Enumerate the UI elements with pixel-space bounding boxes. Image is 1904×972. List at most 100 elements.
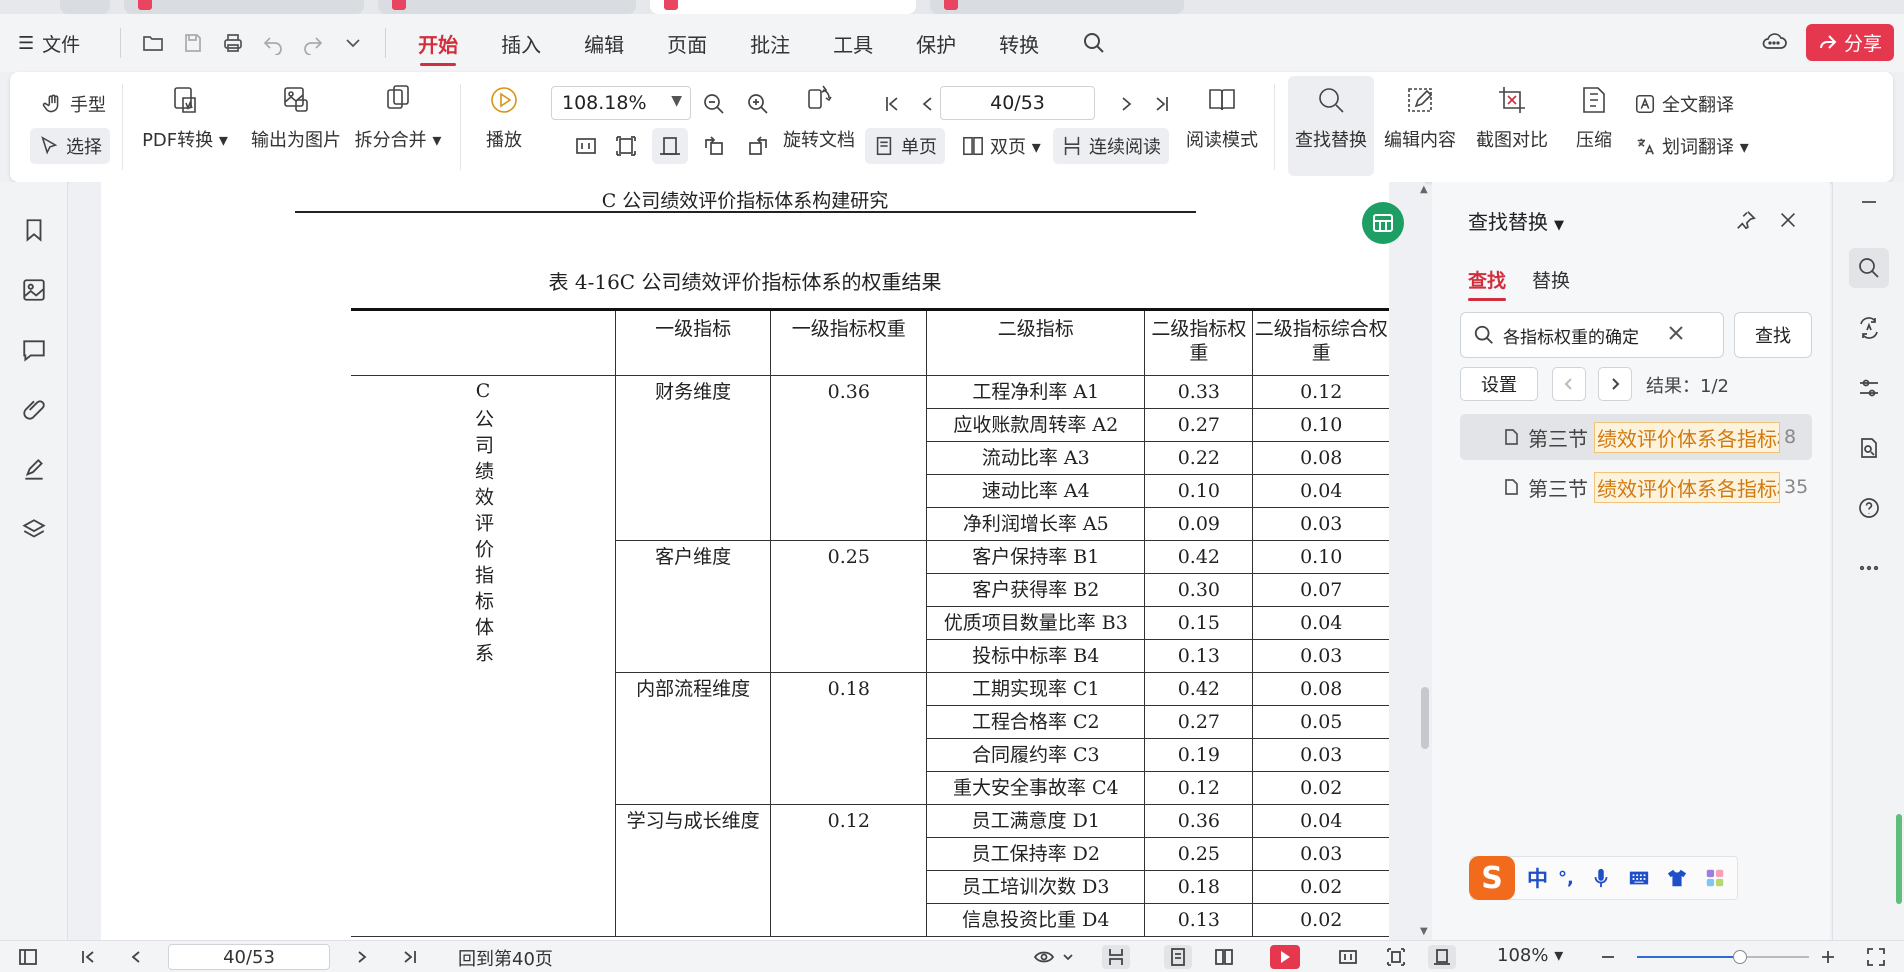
menu-insert[interactable]: 插入	[501, 14, 541, 72]
file-menu[interactable]: ☰ 文件	[18, 30, 80, 57]
full-translate-button[interactable]: 全文翻译	[1626, 86, 1742, 122]
keyboard-icon[interactable]	[1628, 867, 1650, 889]
save-icon[interactable]	[173, 23, 213, 63]
adjust-icon[interactable]	[1849, 368, 1889, 408]
screenshot-compare-button[interactable]: 截图对比	[1470, 72, 1554, 152]
tab-find[interactable]: 查找	[1468, 266, 1507, 301]
search-result-item[interactable]: 第三节 绩效评价体系各指标权重的确定 8	[1460, 414, 1812, 460]
search-result-item[interactable]: 第三节 绩效评价体系各指标权重的确定 35	[1460, 464, 1812, 510]
thumbnail-icon[interactable]	[18, 274, 50, 306]
pin-icon[interactable]	[1732, 206, 1760, 234]
chevron-down-icon[interactable]	[333, 23, 373, 63]
search-icon[interactable]	[1082, 14, 1106, 72]
double-page-button[interactable]: 双页 ▾	[954, 128, 1049, 164]
skin-icon[interactable]	[1666, 867, 1688, 889]
rotate-right-button[interactable]	[740, 128, 776, 164]
share-button[interactable]: 分享	[1805, 24, 1894, 61]
zoom-slider-knob[interactable]	[1733, 950, 1748, 964]
back-to-page-link[interactable]: 回到第40页	[458, 945, 553, 971]
close-icon[interactable]	[1774, 206, 1802, 234]
help-icon[interactable]	[1849, 488, 1889, 528]
browser-tab[interactable]	[60, 0, 110, 14]
previous-result-button[interactable]	[1552, 367, 1586, 401]
tab-replace[interactable]: 替换	[1532, 266, 1570, 293]
export-image-button[interactable]: 输出为图片	[246, 72, 346, 152]
zoom-out-icon[interactable]	[1596, 945, 1620, 969]
fit-page-button[interactable]	[608, 128, 644, 164]
more-icon[interactable]	[1849, 548, 1889, 588]
scroll-up-icon[interactable]: ▲	[1420, 184, 1428, 195]
zoom-out-button[interactable]	[696, 86, 732, 122]
play-button[interactable]: 播放	[472, 72, 536, 152]
comment-icon[interactable]	[18, 334, 50, 366]
browser-tab[interactable]	[378, 0, 636, 14]
page-number-input[interactable]: 40/53	[940, 86, 1095, 120]
actual-size-icon[interactable]	[1336, 945, 1360, 969]
continuous-view-icon[interactable]	[1102, 945, 1130, 969]
bookmark-icon[interactable]	[18, 214, 50, 246]
play-slideshow-button[interactable]	[1270, 945, 1300, 969]
pdf-convert-button[interactable]: PDF转换 ▾	[138, 72, 232, 152]
menu-home[interactable]: 开始	[418, 14, 458, 72]
search-icon[interactable]	[1849, 248, 1889, 288]
hand-tool-button[interactable]: 手型	[34, 86, 114, 122]
microphone-icon[interactable]	[1590, 867, 1612, 889]
zoom-in-button[interactable]	[740, 86, 776, 122]
open-folder-icon[interactable]	[133, 23, 173, 63]
redo-icon[interactable]	[293, 23, 333, 63]
document-viewport[interactable]: C 公司绩效评价指标体系构建研究 表 4-16C 公司绩效评价指标体系的权重结果…	[69, 182, 1425, 940]
find-replace-button[interactable]: 查找替换	[1288, 76, 1374, 176]
next-result-button[interactable]	[1598, 367, 1632, 401]
menu-protect[interactable]: 保护	[916, 14, 956, 72]
settings-button[interactable]: 设置	[1460, 367, 1538, 401]
compress-button[interactable]: 压缩	[1562, 72, 1626, 152]
chevron-down-icon[interactable]	[1056, 945, 1080, 969]
ime-punctuation-toggle[interactable]: °,	[1558, 868, 1574, 889]
table-recognize-badge[interactable]	[1362, 202, 1404, 244]
zoom-select[interactable]: 108.18% ▼	[551, 86, 691, 120]
side-handle[interactable]	[1896, 814, 1902, 904]
last-page-button[interactable]	[1144, 86, 1180, 122]
fit-width-icon[interactable]	[1428, 945, 1456, 969]
next-page-button[interactable]	[1108, 86, 1144, 122]
double-page-view-icon[interactable]	[1212, 945, 1236, 969]
zoom-in-icon[interactable]	[1816, 945, 1840, 969]
first-page-icon[interactable]	[76, 945, 100, 969]
rotate-document-button[interactable]: 旋转文档	[780, 72, 858, 152]
toolbox-icon[interactable]	[1704, 867, 1726, 889]
attachment-icon[interactable]	[18, 394, 50, 426]
word-translate-button[interactable]: 划词翻译 ▾	[1626, 128, 1757, 164]
first-page-button[interactable]	[874, 86, 910, 122]
edit-content-button[interactable]: 编辑内容	[1380, 72, 1460, 152]
menu-page[interactable]: 页面	[667, 14, 707, 72]
fullscreen-icon[interactable]	[1864, 945, 1888, 969]
vertical-scrollbar[interactable]: ▲ ▼	[1418, 182, 1432, 940]
menu-annotate[interactable]: 批注	[750, 14, 790, 72]
single-page-view-icon[interactable]	[1164, 945, 1192, 969]
last-page-icon[interactable]	[398, 945, 422, 969]
menu-convert[interactable]: 转换	[999, 14, 1039, 72]
actual-size-button[interactable]	[568, 128, 604, 164]
search-input[interactable]	[1503, 325, 1653, 345]
find-button[interactable]: 查找	[1734, 312, 1812, 358]
scroll-thumb[interactable]	[1421, 687, 1429, 749]
ime-logo[interactable]: S	[1469, 856, 1515, 900]
select-tool-button[interactable]: 选择	[30, 128, 110, 164]
zoom-slider[interactable]	[1637, 950, 1809, 964]
browser-tab[interactable]	[124, 0, 364, 14]
chevron-left-icon[interactable]	[124, 945, 148, 969]
translate-icon[interactable]	[1849, 308, 1889, 348]
scroll-down-icon[interactable]: ▼	[1420, 926, 1428, 937]
fit-page-icon[interactable]	[1384, 945, 1408, 969]
undo-icon[interactable]	[253, 23, 293, 63]
zoom-level[interactable]: 108% ▾	[1497, 945, 1563, 966]
clear-icon[interactable]	[1653, 324, 1685, 346]
menu-tools[interactable]: 工具	[833, 14, 873, 72]
cloud-icon[interactable]	[1760, 27, 1788, 59]
split-merge-button[interactable]: 拆分合并 ▾	[350, 72, 446, 152]
print-icon[interactable]	[213, 23, 253, 63]
rotate-left-button[interactable]	[696, 128, 732, 164]
layers-icon[interactable]	[18, 514, 50, 546]
collapse-icon[interactable]	[1849, 182, 1889, 222]
ime-language-toggle[interactable]: 中	[1527, 863, 1548, 893]
